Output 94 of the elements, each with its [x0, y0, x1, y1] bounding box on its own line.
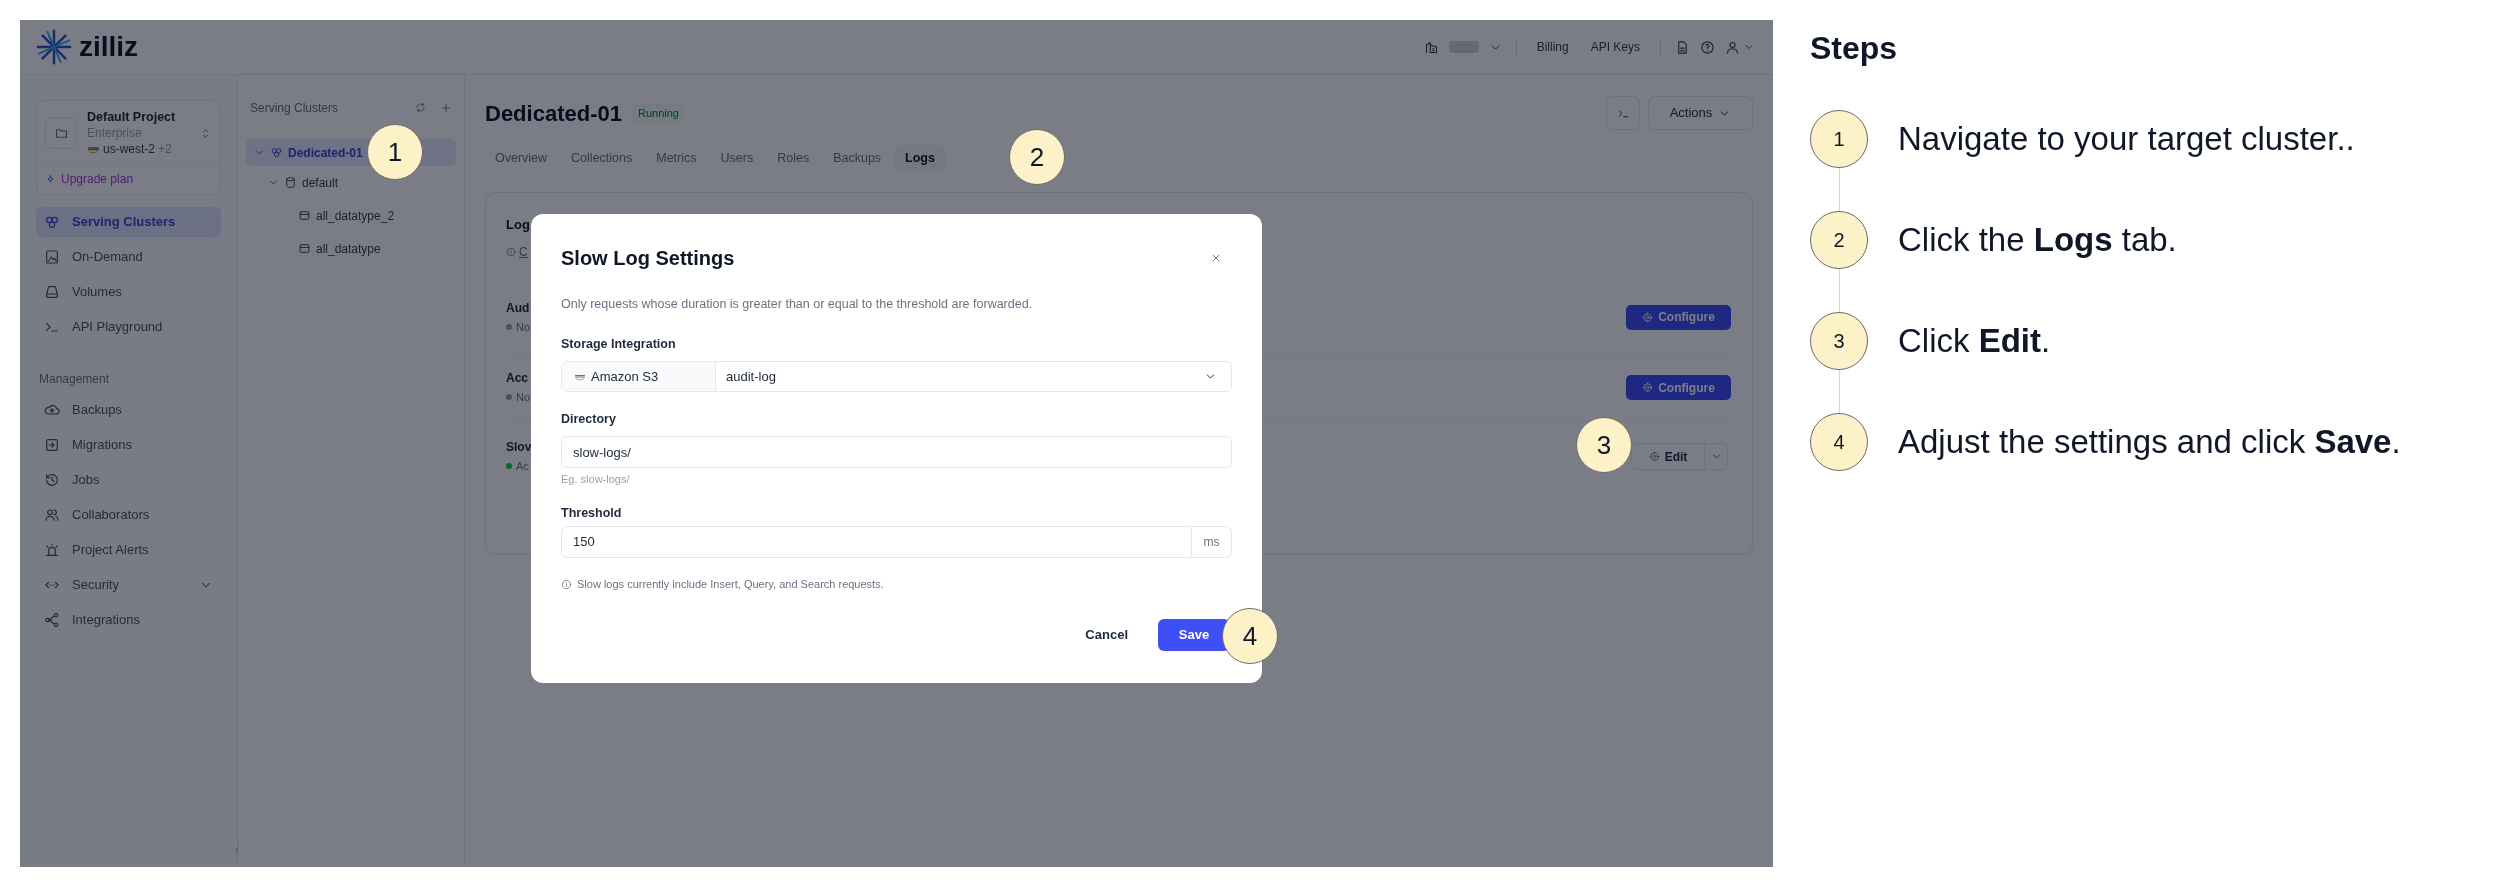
close-icon — [1210, 252, 1222, 264]
import-icon — [44, 437, 60, 453]
step-callout: 3 — [1576, 417, 1632, 473]
sidebar-item[interactable]: Serving Clusters — [36, 207, 221, 237]
circles-icon — [270, 146, 283, 159]
log-type-name: Slov — [506, 439, 532, 455]
brand-name: zilliz — [79, 33, 139, 61]
field-label: Directory — [561, 411, 616, 428]
share-nodes-icon — [44, 612, 60, 628]
gear-icon — [1642, 311, 1654, 323]
log-type-name: Aud — [506, 299, 531, 316]
field-label: Storage Integration — [561, 336, 676, 353]
step-text: Adjust the settings and click Save. — [1898, 422, 2401, 463]
actions-button[interactable]: Actions — [1648, 96, 1753, 130]
step-number: 1 — [1810, 110, 1868, 168]
image-frame-icon — [44, 249, 60, 265]
log-type-name: Acc — [506, 370, 529, 386]
users-icon — [44, 507, 60, 523]
status-text: Ac — [516, 459, 529, 474]
siren-icon — [44, 542, 60, 558]
step-text: Click the Logs tab. — [1898, 220, 2177, 261]
sidebar-item[interactable]: Backups — [36, 395, 221, 425]
sidebar-item[interactable]: Migrations — [36, 430, 221, 460]
sidebar-item[interactable]: Collaborators — [36, 500, 221, 530]
note-text: Slow logs currently include Insert, Query, and Search requests. — [577, 576, 884, 592]
card-title: Log — [506, 217, 530, 233]
console-button[interactable] — [1606, 96, 1640, 130]
tree-item[interactable]: all_datatype_2 — [246, 199, 456, 232]
sidebar-item[interactable]: On-Demand — [36, 242, 221, 272]
tab[interactable]: Overview — [485, 145, 558, 172]
history-icon — [44, 472, 60, 488]
nav-link[interactable]: API Keys — [1590, 38, 1640, 56]
nav-link[interactable]: Billing — [1536, 38, 1569, 56]
configure-button[interactable]: Configure — [1626, 375, 1731, 400]
upgrade-link[interactable]: Upgrade plan — [45, 170, 134, 188]
step-number: 4 — [1810, 413, 1868, 471]
sidebar-item[interactable]: Project Alerts — [36, 535, 221, 565]
document-icon[interactable] — [1675, 39, 1690, 55]
step-number: 2 — [1810, 211, 1868, 269]
field-label: Threshold — [561, 505, 622, 522]
directory-field[interactable]: slow-logs/ — [561, 436, 1232, 468]
table-icon — [298, 242, 311, 255]
steps-heading: Steps — [1810, 29, 1898, 68]
sidebar-item[interactable]: Security — [36, 570, 221, 600]
sidebar-item[interactable]: Volumes — [36, 277, 221, 307]
field-hint: Eg. slow-logs/ — [561, 472, 630, 486]
circles-icon — [44, 214, 60, 230]
tab[interactable]: Metrics — [646, 145, 707, 172]
tree-item[interactable]: all_datatype — [246, 232, 456, 265]
step-callout: 1 — [367, 124, 423, 180]
storage-select[interactable]: Amazon S3 audit-log — [561, 361, 1232, 392]
threshold-field[interactable]: 150 — [561, 526, 1192, 558]
starburst-logo-icon — [35, 28, 73, 66]
cancel-button[interactable]: Cancel — [1075, 619, 1138, 651]
tab[interactable]: Users — [710, 145, 764, 172]
project-name: Default Project — [87, 109, 176, 125]
refresh-icon[interactable] — [415, 102, 426, 113]
gear-icon — [1648, 451, 1660, 462]
tab[interactable]: Logs — [895, 145, 945, 172]
tab[interactable]: Collections — [561, 145, 643, 172]
add-icon[interactable] — [440, 102, 452, 114]
status-text: No — [516, 319, 531, 335]
tab[interactable]: Backups — [823, 145, 892, 172]
unit-suffix: ms — [1192, 526, 1232, 558]
drive-icon — [44, 284, 60, 300]
status-text: No — [516, 390, 531, 405]
panel-title: Serving Clusters — [250, 100, 339, 117]
step-text: Click Edit. — [1898, 321, 2051, 362]
cloud-upload-icon — [44, 402, 60, 418]
section-heading: Management — [38, 371, 111, 387]
configure-button[interactable]: Configure — [1626, 304, 1731, 330]
cluster-title: Dedicated-01 — [485, 99, 622, 128]
database-icon — [284, 176, 297, 189]
region-label: us-west-2 — [103, 141, 155, 157]
step-text: Navigate to your target cluster.. — [1898, 119, 2355, 160]
sidebar-item[interactable]: API Playground — [36, 312, 221, 342]
sparkle-icon — [45, 173, 56, 185]
step-number: 3 — [1810, 312, 1868, 370]
table-icon — [298, 209, 311, 222]
user-icon[interactable] — [1725, 39, 1740, 55]
info-icon — [506, 247, 516, 257]
gear-icon — [1642, 382, 1654, 393]
sidebar-item[interactable]: Jobs — [36, 465, 221, 495]
info-icon — [561, 578, 572, 590]
help-icon[interactable] — [1700, 39, 1715, 55]
dialog-description: Only requests whose duration is greater than or equal to the threshold are forwarded. — [561, 296, 1034, 313]
collapse-icon[interactable] — [232, 845, 242, 855]
dialog-title: Slow Log Settings — [561, 246, 735, 271]
building-icon — [1423, 39, 1439, 55]
step-callout: 2 — [1009, 129, 1065, 185]
sidebar-item[interactable]: Integrations — [36, 605, 221, 635]
status-badge: Running — [631, 102, 685, 124]
card-subtitle: C — [519, 244, 528, 261]
tab[interactable]: Roles — [767, 145, 820, 172]
